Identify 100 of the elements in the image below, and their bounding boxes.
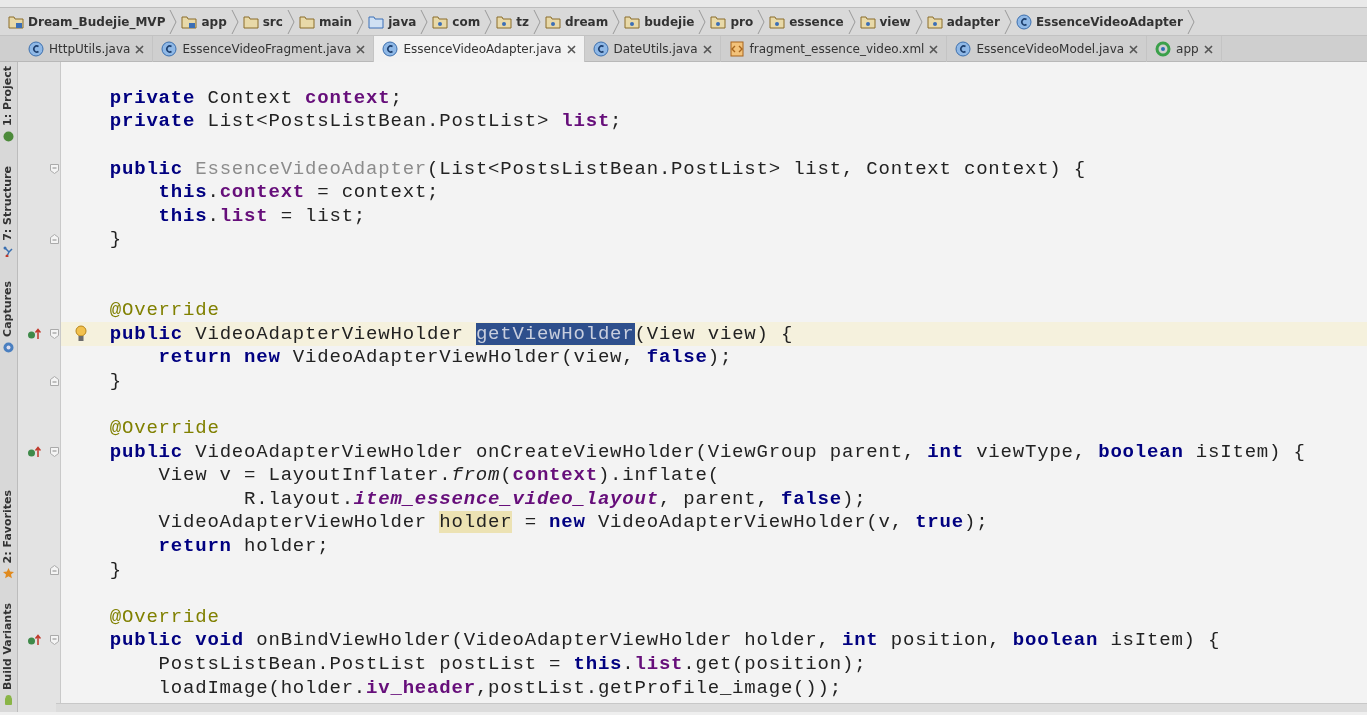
close-icon	[356, 44, 366, 54]
code-line: View v = LayoutInflater.from(context).inflate(	[157, 464, 720, 487]
project-folder-icon	[8, 13, 24, 30]
class-icon	[28, 41, 44, 57]
code-line: @Override	[108, 417, 220, 440]
breadcrumb-item[interactable]: src	[238, 12, 287, 31]
breadcrumb-item[interactable]: budejie	[620, 12, 699, 31]
code-line: return holder;	[157, 535, 330, 558]
tool-window-button[interactable]: 7: Structure	[0, 165, 17, 257]
chevron-icon	[230, 8, 239, 35]
chevron-icon	[1186, 8, 1195, 35]
code-line: loadImage(holder.iv_header,postList.getProfile_image());	[157, 676, 842, 699]
folder-icon	[298, 13, 315, 30]
package-icon	[624, 13, 641, 30]
fold-icon[interactable]	[50, 635, 59, 646]
code-line: PostsListBean.PostList postList = this.list.get(position);	[157, 653, 867, 676]
module-icon	[1155, 41, 1172, 57]
breadcrumb-item[interactable]: dream	[540, 12, 613, 31]
class-icon	[592, 41, 609, 57]
code-line: R.layout.item_essence_video_layout, parent, false);	[243, 487, 867, 510]
camera-icon	[3, 341, 14, 353]
close-icon	[1203, 44, 1213, 54]
chevron-icon	[1003, 8, 1012, 35]
code-line: this.context = context;	[157, 181, 440, 204]
tool-window-button[interactable]: 2: Favorites	[0, 489, 17, 579]
close-icon	[929, 44, 939, 54]
structure-icon	[3, 245, 14, 257]
chevron-icon	[914, 8, 923, 35]
tool-window-button[interactable]: 1: Project	[0, 66, 17, 142]
breadcrumb-item[interactable]: essence	[765, 12, 848, 31]
override-marker-icon[interactable]	[26, 445, 41, 458]
tool-window-button[interactable]: Captures	[0, 280, 17, 353]
breadcrumb-item[interactable]: view	[855, 12, 915, 31]
chevron-icon	[356, 8, 365, 35]
code-line: this.list = list;	[157, 204, 367, 227]
chevron-icon	[612, 8, 621, 35]
layout-file-icon	[728, 41, 745, 57]
code-line: }	[108, 558, 122, 581]
class-icon	[955, 41, 972, 57]
code-line: @Override	[108, 605, 220, 628]
folder-icon	[242, 13, 259, 30]
chevron-icon	[532, 8, 541, 35]
breadcrumb-item[interactable]: Dream_Budejie_MVP	[4, 12, 170, 31]
code-line: private Context context;	[108, 86, 403, 109]
class-icon	[1015, 13, 1032, 30]
fold-icon[interactable]	[50, 446, 59, 457]
breadcrumb-item[interactable]: com	[428, 12, 485, 31]
module-folder-icon	[181, 13, 198, 30]
package-icon	[432, 13, 449, 30]
chevron-icon	[757, 8, 766, 35]
code-line: public VideoAdapterViewHolder getViewHolder(View view) {	[108, 322, 794, 345]
tool-window-button[interactable]: Build Variants	[0, 602, 17, 706]
code-line: }	[108, 228, 122, 251]
code-line: return new VideoAdapterViewHolder(view, false);	[157, 346, 733, 369]
package-icon	[769, 13, 786, 30]
breadcrumb-item[interactable]: adapter	[922, 12, 1004, 31]
override-marker-icon[interactable]	[26, 327, 41, 340]
package-icon	[710, 13, 727, 30]
code-line: public VideoAdapterViewHolder onCreateViewHolder(ViewGroup parent, int viewType, boolean isItem) {	[108, 440, 1306, 463]
code-line: VideoAdapterViewHolder holder = new VideoAdapterViewHolder(v, true);	[157, 511, 989, 534]
breadcrumb-item[interactable]: app	[177, 12, 231, 31]
fold-icon[interactable]	[50, 328, 59, 339]
code-line: }	[108, 369, 122, 392]
override-marker-icon[interactable]	[26, 634, 41, 647]
code-line: private List<PostsListBean.PostList> list;	[108, 110, 623, 133]
project-icon	[3, 130, 14, 142]
horizontal-scrollbar[interactable]	[56, 703, 1367, 712]
android-icon	[3, 695, 14, 706]
lightbulb-icon[interactable]	[75, 324, 87, 342]
package-icon	[926, 13, 943, 30]
fold-icon[interactable]	[50, 564, 59, 575]
chevron-icon	[484, 8, 493, 35]
chevron-icon	[286, 8, 295, 35]
breadcrumb-item[interactable]: main	[294, 12, 357, 31]
class-icon	[161, 41, 178, 57]
breadcrumb-item[interactable]: pro	[706, 12, 758, 31]
code-line: public EssenceVideoAdapter(List<PostsListBean.PostList> list, Context context) {	[108, 157, 1086, 180]
chevron-icon	[847, 8, 856, 35]
code-line: @Override	[108, 299, 220, 322]
chevron-icon	[169, 8, 178, 35]
package-icon	[496, 13, 513, 30]
code-line: public void onBindViewHolder(VideoAdapterViewHolder holder, int position, boolean isItem) {	[108, 629, 1221, 652]
breadcrumb-item[interactable]: java	[364, 12, 421, 31]
source-folder-icon	[368, 13, 385, 30]
close-icon	[702, 44, 712, 54]
breadcrumb-item[interactable]: EssenceVideoAdapter	[1011, 12, 1187, 31]
fold-icon[interactable]	[50, 375, 59, 386]
star-icon	[3, 567, 14, 579]
close-icon	[1129, 44, 1139, 54]
package-icon	[859, 13, 876, 30]
chevron-icon	[698, 8, 707, 35]
fold-icon[interactable]	[50, 163, 59, 174]
breadcrumb-item[interactable]: tz	[492, 12, 533, 31]
close-icon	[566, 44, 576, 54]
fold-icon[interactable]	[50, 234, 59, 245]
package-icon	[544, 13, 561, 30]
chevron-icon	[420, 8, 429, 35]
class-icon	[382, 41, 399, 57]
close-icon	[135, 44, 145, 54]
editor-tab[interactable]: EssenceVideoAdapter.java	[374, 36, 585, 62]
